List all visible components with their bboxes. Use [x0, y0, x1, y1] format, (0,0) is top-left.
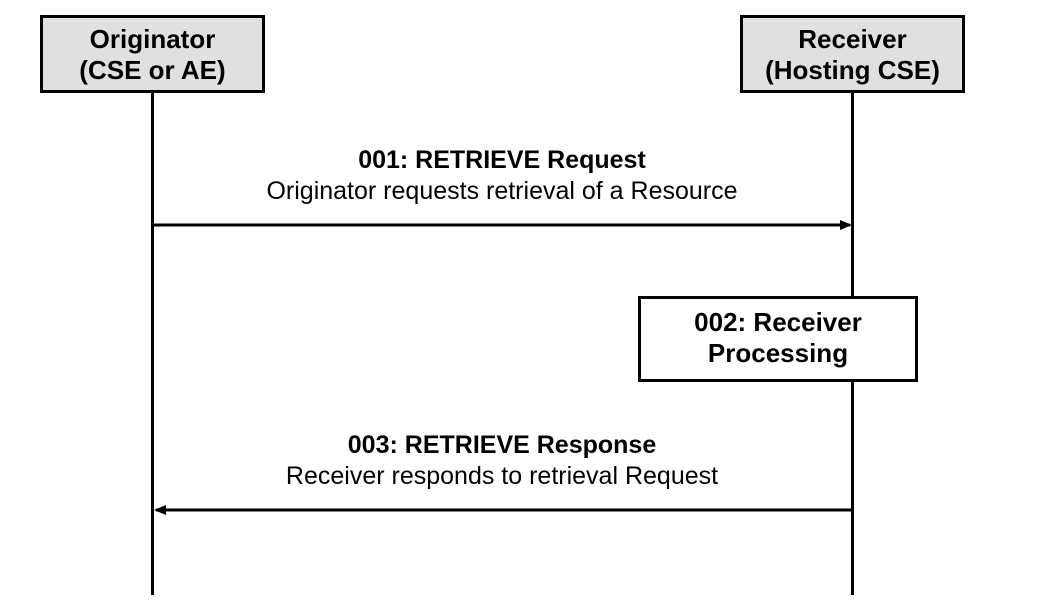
originator-title-line1: Originator	[51, 24, 254, 55]
originator-box: Originator (CSE or AE)	[40, 15, 265, 93]
msg-003-desc: Receiver responds to retrieval Request	[152, 461, 852, 492]
process-002-box: 002: Receiver Processing	[638, 296, 918, 382]
sequence-diagram: Originator (CSE or AE) Receiver (Hosting…	[0, 0, 1046, 612]
msg-001-desc: Originator requests retrieval of a Resou…	[152, 176, 852, 207]
msg-003-title: 003: RETRIEVE Response	[152, 430, 852, 461]
msg-003-label: 003: RETRIEVE Response Receiver responds…	[152, 430, 852, 493]
msg-001-label: 001: RETRIEVE Request Originator request…	[152, 145, 852, 208]
process-002-line1: 002: Receiver	[651, 307, 905, 338]
receiver-title-line2: (Hosting CSE)	[751, 55, 954, 86]
msg-001-title: 001: RETRIEVE Request	[152, 145, 852, 176]
receiver-box: Receiver (Hosting CSE)	[740, 15, 965, 93]
receiver-title-line1: Receiver	[751, 24, 954, 55]
originator-title-line2: (CSE or AE)	[51, 55, 254, 86]
process-002-line2: Processing	[651, 338, 905, 369]
